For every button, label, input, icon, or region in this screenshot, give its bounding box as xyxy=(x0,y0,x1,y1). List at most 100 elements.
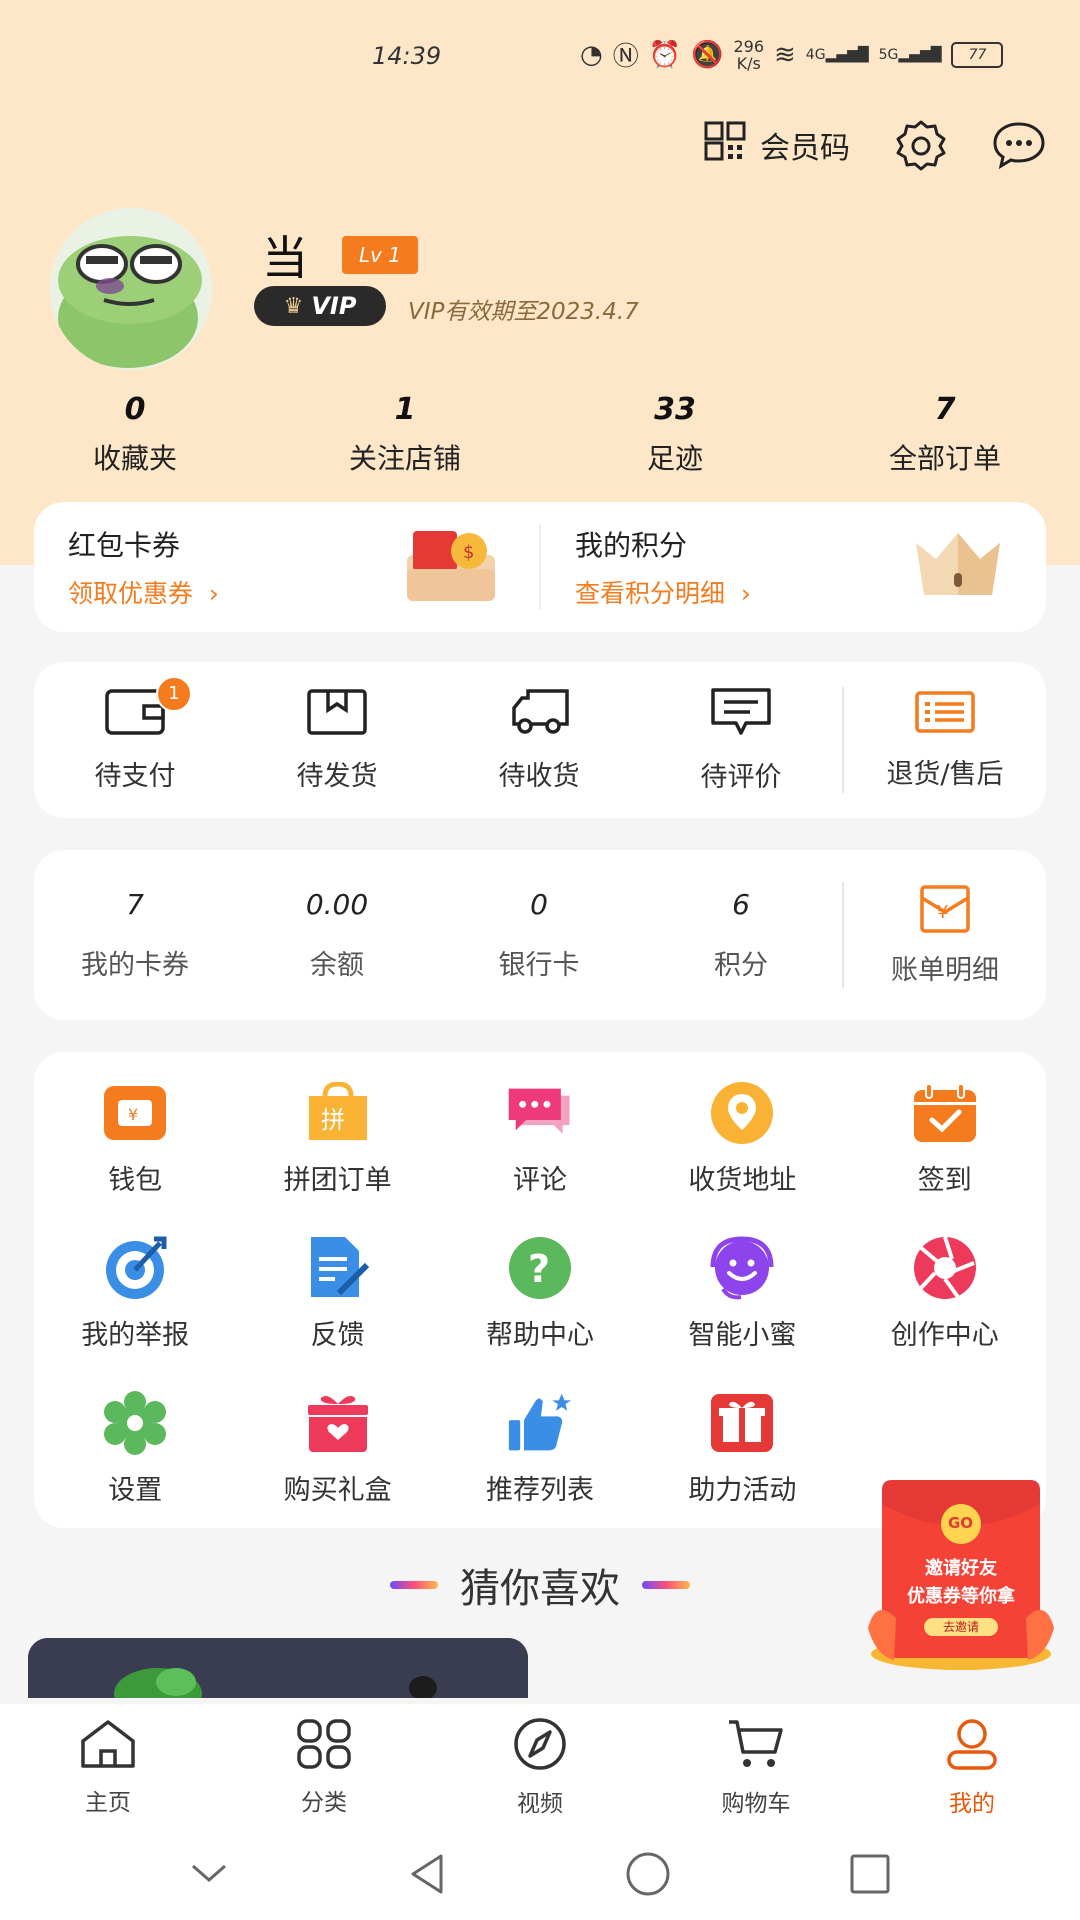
service-group-buy[interactable]: 拼 拼团订单 xyxy=(236,1080,438,1197)
stat-label: 全部订单 xyxy=(888,442,1001,475)
message-icon[interactable] xyxy=(992,120,1046,170)
coupon-link[interactable]: 领取优惠券 › xyxy=(68,574,219,610)
service-comments[interactable]: 评论 xyxy=(439,1080,641,1197)
location-icon xyxy=(709,1080,775,1146)
service-boost-activity[interactable]: 助力活动 xyxy=(641,1390,843,1507)
tab-label: 主页 xyxy=(85,1790,131,1816)
order-label: 待发货 xyxy=(296,760,378,792)
group-buy-icon: 拼 xyxy=(305,1080,371,1146)
service-wallet[interactable]: ¥ 钱包 xyxy=(34,1080,236,1197)
invite-title: 邀请好友 xyxy=(925,1558,997,1579)
services-card: ¥ 钱包 拼 拼团订单 评论 收货地址 签到 我的举报 反馈 ? 帮助中心 智能… xyxy=(34,1052,1046,1528)
service-address[interactable]: 收货地址 xyxy=(641,1080,843,1197)
wallet-label: 余额 xyxy=(310,950,364,981)
tab-cart[interactable]: 购物车 xyxy=(648,1704,864,1832)
wallet-balance[interactable]: 0.00 余额 xyxy=(236,888,438,982)
signal-4g: 4G▂▄▆█ xyxy=(805,46,869,63)
pending-payment-badge: 1 xyxy=(156,675,192,712)
category-icon xyxy=(296,1719,352,1773)
stat-value: 1 xyxy=(394,392,416,427)
home-icon xyxy=(79,1719,137,1773)
vip-badge[interactable]: ♛ VIP xyxy=(254,286,386,326)
tab-label: 我的 xyxy=(949,1791,995,1817)
smile-headset-icon xyxy=(709,1235,775,1301)
coupon-entry[interactable]: 红包卡券 领取优惠券 › $ xyxy=(34,502,539,632)
points-link[interactable]: 查看积分明细 › xyxy=(575,574,751,610)
guess-title: 猜你喜欢 xyxy=(460,1566,620,1612)
tab-category[interactable]: 分类 xyxy=(216,1704,432,1832)
system-nav-bar xyxy=(0,1832,1080,1920)
wallet-bank-cards[interactable]: 0 银行卡 xyxy=(438,888,640,982)
stat-followed-shops[interactable]: 1 关注店铺 xyxy=(270,392,540,477)
tab-mine[interactable]: 我的 xyxy=(864,1704,1080,1832)
qr-code-icon xyxy=(704,121,748,169)
order-pending-review[interactable]: 待评价 xyxy=(640,687,842,794)
service-label: 收货地址 xyxy=(688,1165,797,1196)
target-icon xyxy=(102,1235,168,1301)
settings-gear-icon[interactable] xyxy=(894,118,948,172)
service-my-reports[interactable]: 我的举报 xyxy=(34,1235,236,1352)
service-gift-box[interactable]: 购买礼盒 xyxy=(236,1390,438,1507)
wallet-bill-detail[interactable]: ¥ 账单明细 xyxy=(844,884,1046,987)
red-envelope-icon: $ xyxy=(403,525,499,609)
status-time: 14:39 xyxy=(372,42,442,70)
avatar[interactable] xyxy=(50,208,212,370)
battery-icon: 77 xyxy=(951,41,1004,68)
stat-all-orders[interactable]: 7 全部订单 xyxy=(810,392,1080,477)
back-icon[interactable] xyxy=(407,1852,447,1900)
points-entry[interactable]: 我的积分 查看积分明细 › xyxy=(539,524,1046,610)
gift-box-icon xyxy=(305,1390,371,1456)
points-title: 我的积分 xyxy=(575,529,688,562)
wallet-points[interactable]: 6 积分 xyxy=(640,888,842,982)
wallet-label: 我的卡券 xyxy=(81,950,189,981)
tab-home[interactable]: 主页 xyxy=(0,1704,216,1832)
stats-row: 0 收藏夹 1 关注店铺 33 足迹 7 全部订单 xyxy=(0,392,1080,477)
service-smart-assistant[interactable]: 智能小蜜 xyxy=(641,1235,843,1352)
service-label: 钱包 xyxy=(108,1165,163,1196)
product-card[interactable] xyxy=(28,1638,528,1698)
home-circle-icon[interactable] xyxy=(625,1851,671,1901)
tab-label: 分类 xyxy=(301,1790,347,1816)
decor-dash-icon xyxy=(642,1581,690,1589)
service-help-center[interactable]: ? 帮助中心 xyxy=(439,1235,641,1352)
feedback-doc-icon xyxy=(305,1235,371,1301)
member-code-button[interactable]: 会员码 xyxy=(704,121,850,169)
service-label: 我的举报 xyxy=(81,1320,190,1351)
wallet-orange-icon: ¥ xyxy=(102,1080,168,1146)
net-speed: 296 K/s xyxy=(733,36,764,73)
wallet-coupons[interactable]: 7 我的卡券 xyxy=(34,888,236,982)
wallet-value: 7 xyxy=(126,888,144,921)
order-pending-shipment[interactable]: 待发货 xyxy=(236,688,438,793)
svg-text:¥: ¥ xyxy=(128,1105,138,1124)
service-label: 智能小蜜 xyxy=(688,1320,797,1351)
order-label: 待评价 xyxy=(700,761,782,793)
compass-icon xyxy=(512,1718,568,1774)
service-feedback[interactable]: 反馈 xyxy=(236,1235,438,1352)
service-label: 购买礼盒 xyxy=(283,1475,392,1506)
order-pending-receipt[interactable]: 待收货 xyxy=(438,688,640,793)
service-settings[interactable]: 设置 xyxy=(34,1390,236,1507)
stat-favorites[interactable]: 0 收藏夹 xyxy=(0,392,270,477)
promo-card: 红包卡券 领取优惠券 › $ 我的积分 查看积分明细 › xyxy=(34,502,1046,632)
service-label: 创作中心 xyxy=(890,1320,999,1351)
service-recommend-list[interactable]: 推荐列表 xyxy=(439,1390,641,1507)
wallet-label: 积分 xyxy=(714,950,768,981)
invite-button[interactable]: 去邀请 xyxy=(866,1618,1056,1635)
order-after-sale[interactable]: 退货/售后 xyxy=(844,690,1046,791)
service-label: 设置 xyxy=(108,1475,163,1506)
order-pending-payment[interactable]: 1 待支付 xyxy=(34,675,236,793)
aperture-icon xyxy=(912,1235,978,1301)
top-tools: 会员码 xyxy=(704,118,1046,172)
coupon-title: 红包卡券 xyxy=(68,529,181,562)
service-checkin[interactable]: 签到 xyxy=(844,1080,1046,1197)
stat-label: 关注店铺 xyxy=(348,442,461,475)
after-sale-label: 退货/售后 xyxy=(886,758,1004,790)
recents-icon[interactable] xyxy=(849,1853,891,1899)
user-icon xyxy=(945,1718,999,1774)
chevron-down-icon[interactable] xyxy=(189,1862,229,1890)
invite-friends-banner[interactable]: GO 邀请好友 优惠券等你拿 去邀请 xyxy=(866,1478,1056,1672)
service-creator-center[interactable]: 创作中心 xyxy=(844,1235,1046,1352)
tab-video[interactable]: 视频 xyxy=(432,1704,648,1832)
vip-label: VIP xyxy=(311,292,357,320)
stat-footprints[interactable]: 33 足迹 xyxy=(540,392,810,477)
